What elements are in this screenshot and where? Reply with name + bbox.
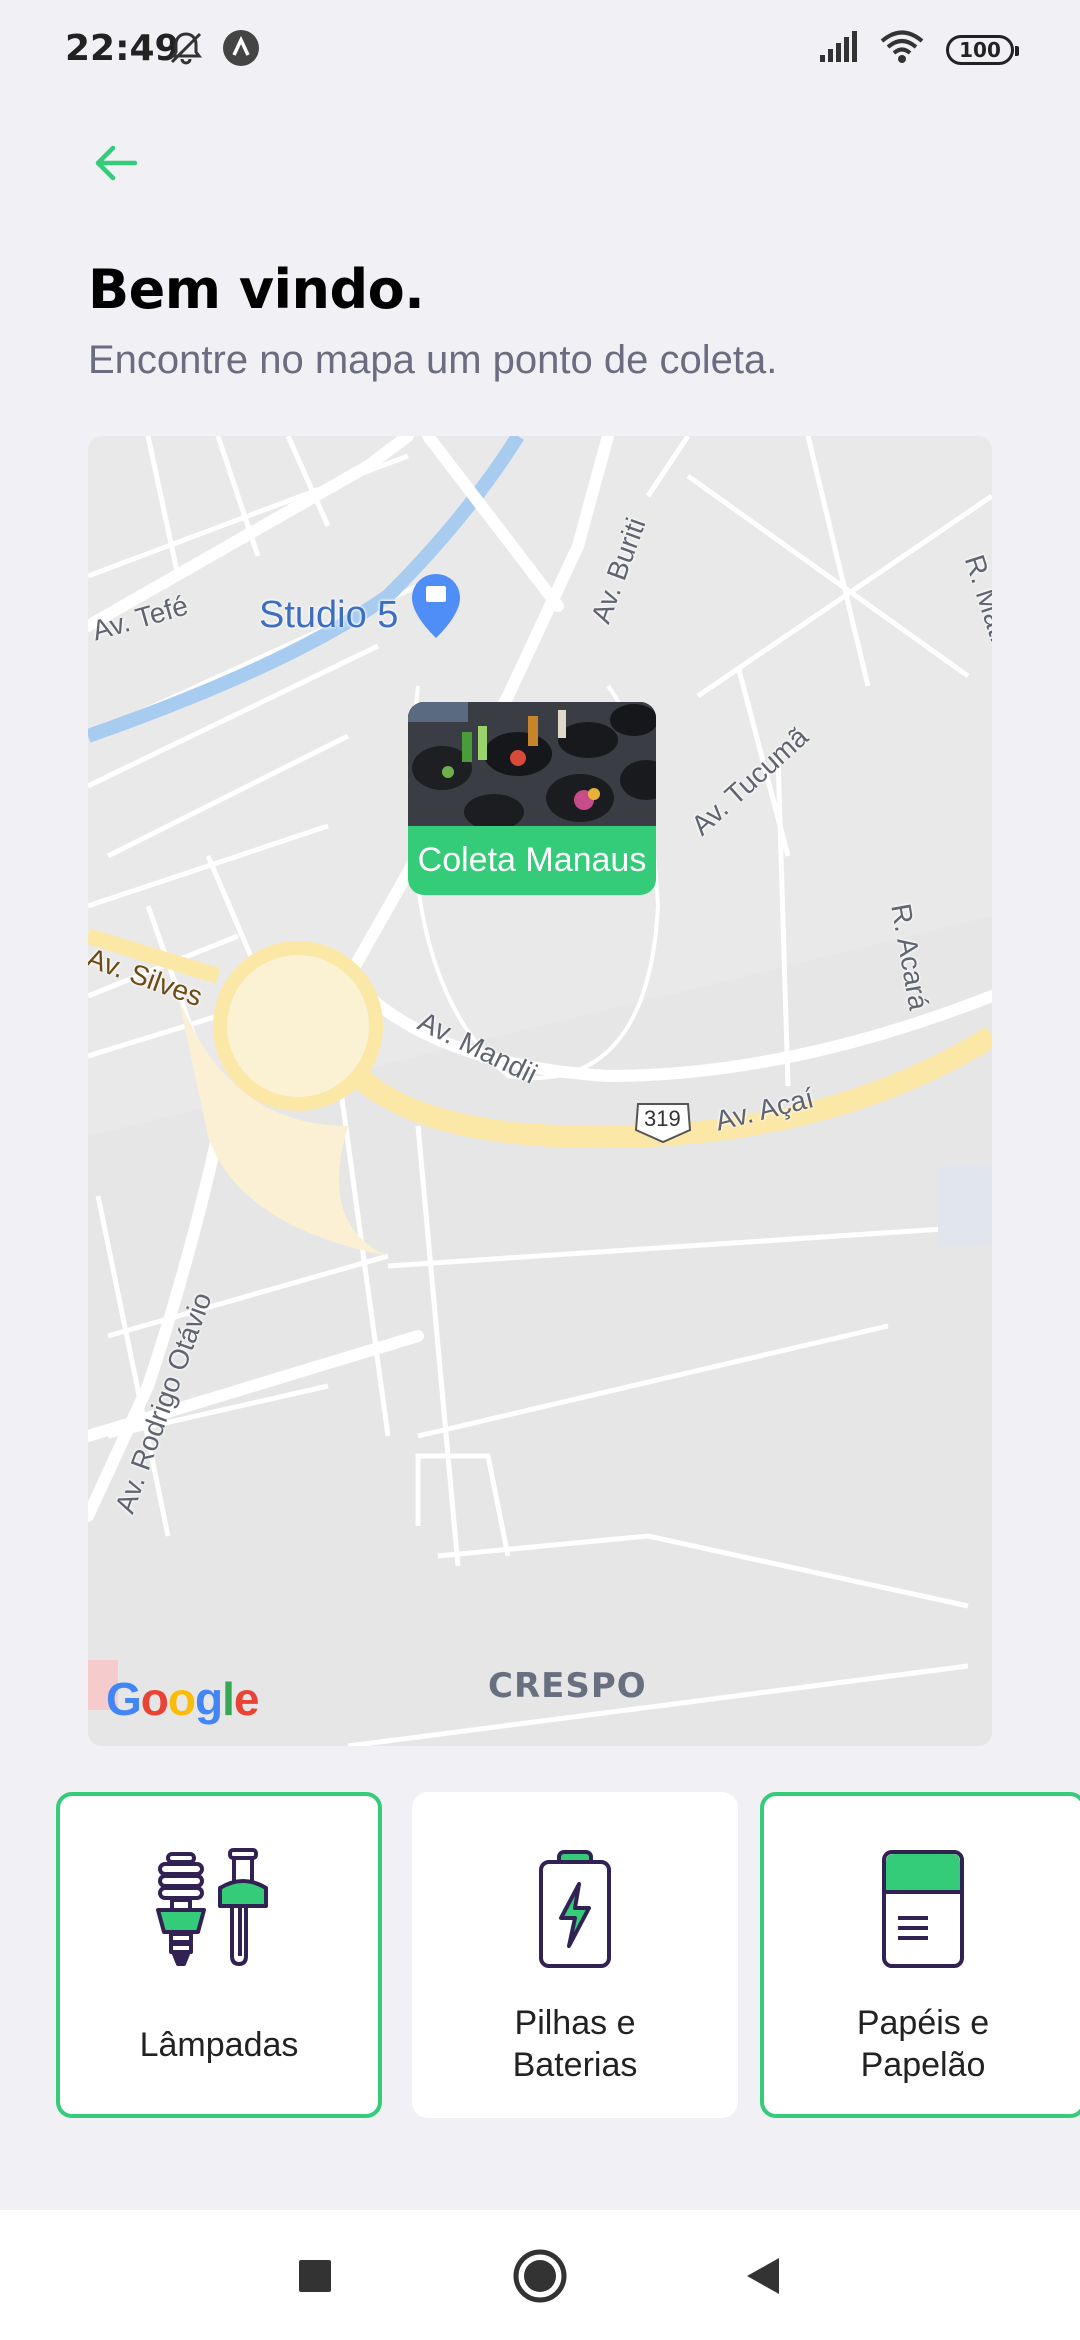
home-button[interactable] — [512, 2248, 568, 2304]
item-lampadas[interactable]: Lâmpadas — [56, 1792, 382, 2118]
system-back-button[interactable] — [735, 2248, 791, 2304]
battery-charge-icon — [416, 1848, 734, 1978]
system-nav-bar — [0, 2210, 1080, 2340]
item-pilhas-baterias[interactable]: Pilhas e Baterias — [412, 1792, 738, 2118]
wifi-icon — [880, 30, 924, 69]
marker-image — [408, 702, 656, 826]
muted-bell-icon — [166, 28, 206, 73]
paper-icon — [764, 1848, 1080, 1978]
app-notification-icon — [222, 29, 260, 72]
recent-apps-icon — [299, 2260, 331, 2292]
home-icon — [513, 2249, 567, 2303]
back-button[interactable] — [86, 138, 146, 188]
status-time: 22:49 — [65, 28, 180, 69]
status-right-icons: 100 — [818, 30, 1019, 69]
district-label: CRESPO — [488, 1666, 647, 1706]
item-label: Pilhas e Baterias — [512, 2004, 638, 2084]
items-list: Lâmpadas Pilhas e Baterias Papéis e Papelã… — [56, 1792, 1080, 2122]
item-papeis-papelao[interactable]: Papéis e Papelão — [760, 1792, 1080, 2118]
item-label: Papéis e Papelão — [856, 2004, 990, 2084]
google-logo: Google — [106, 1673, 259, 1725]
arrow-left-icon — [95, 145, 138, 181]
page-subtitle: Encontre no mapa um ponto de coleta. — [88, 338, 778, 382]
light-bulbs-icon — [60, 1848, 378, 1978]
route-number: 319 — [644, 1106, 681, 1131]
recent-apps-button[interactable] — [287, 2248, 343, 2304]
battery-icon: 100 — [946, 34, 1019, 65]
map-base — [88, 436, 992, 1746]
back-icon — [747, 2258, 779, 2294]
poi-label: Studio 5 — [259, 594, 399, 636]
status-left-icons — [166, 28, 260, 73]
status-bar: 22:49 100 — [0, 0, 1080, 100]
page-title: Bem vindo. — [88, 258, 425, 321]
marker-title: Coleta Manaus — [417, 841, 647, 879]
item-label: Lâmpadas — [139, 2026, 299, 2064]
battery-level: 100 — [959, 37, 1001, 62]
signal-icon — [818, 31, 858, 68]
collection-point-marker[interactable]: Coleta Manaus — [408, 702, 656, 895]
map-view[interactable]: Studio 5 Av. Tefé Av. Buriti R. Matrinxã… — [88, 436, 992, 1746]
